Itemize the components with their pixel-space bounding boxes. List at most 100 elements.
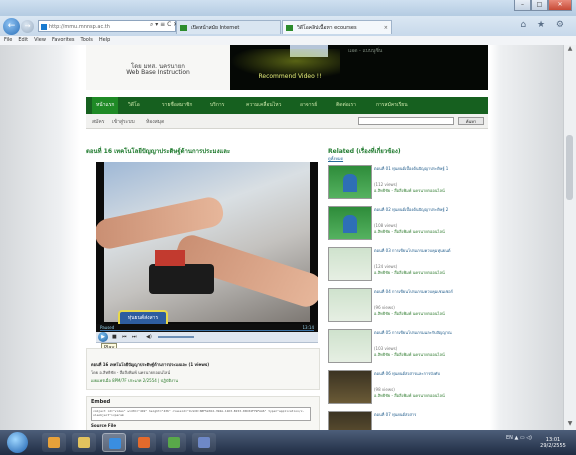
volume-slider[interactable] <box>158 336 194 338</box>
taskbar-firefox[interactable] <box>132 433 156 452</box>
subnav-login[interactable]: เข้าสู่ระบบ <box>112 118 135 126</box>
back-button[interactable]: ← <box>3 18 20 35</box>
related-item[interactable]: ตอนที่ 01 หุ่นยนต์เบื้องต้นปัญญาประดิษฐ์… <box>328 165 488 203</box>
menu-bar: File Edit View Favorites Tools Help <box>0 36 576 45</box>
related-thumbnail <box>328 329 372 363</box>
address-bar-buttons[interactable]: ⌕ ▾ ≡ C ✕ <box>150 21 178 29</box>
video-player[interactable]: หุ่นยนต์ส่งสาร <box>96 162 318 324</box>
firefox-icon <box>138 437 150 448</box>
info-title: ตอนที่ 16 เทคโนโลยีปัญญาประดิษฐ์ด้านการป… <box>91 362 210 367</box>
tab-favicon-icon <box>180 25 187 31</box>
presenter-figure <box>343 215 357 233</box>
related-title[interactable]: ตอนที่ 04 การเขียนโปรแกรมควบคุมเซนเซอร์ <box>374 289 486 294</box>
media-player-icon <box>48 437 60 448</box>
taskbar-explorer[interactable] <box>72 433 96 452</box>
related-title[interactable]: ตอนที่ 05 การเขียนโปรแกรมและรับสัญญาณ <box>374 330 486 335</box>
play-icon[interactable]: ▶ <box>98 332 108 342</box>
related-thumbnail <box>328 247 372 281</box>
video-controls: ▶ ■ ⏮ ⏭ ◀) <box>96 332 318 343</box>
related-title[interactable]: ตอนที่ 03 การเขียนโปรแกรมควบคุมหุ่นยนต์ <box>374 248 486 253</box>
tab-label: เปิดหน้าสมัย Internet <box>191 25 240 31</box>
taskbar-chrome[interactable] <box>162 433 186 452</box>
address-text: http://mmu.mnnsp.ac.th <box>49 24 110 30</box>
menu-tools[interactable]: Tools <box>81 36 93 45</box>
nav-teachers[interactable]: อาจารย์ <box>300 97 317 114</box>
banner-subtitle: Web Base Instruction <box>126 69 190 76</box>
related-author: อ.สิทธิชัย - สื่อสิ่งพิมพ์ นครนายกออนไลน… <box>374 229 445 234</box>
window-titlebar: – □ ✕ <box>0 0 576 16</box>
previous-icon[interactable]: ⏮ <box>122 334 127 340</box>
related-view-all[interactable]: ดูทั้งหมด <box>328 155 343 162</box>
related-thumbnail <box>328 411 372 430</box>
scrollbar-thumb[interactable] <box>566 135 573 200</box>
nav-contact[interactable]: ติดต่อเรา <box>336 97 356 114</box>
home-favorites-settings-icons[interactable]: ⌂ ★ ⚙ <box>520 20 568 30</box>
video-track[interactable] <box>100 330 314 331</box>
related-title[interactable]: ตอนที่ 01 หุ่นยนต์เบื้องต้นปัญญาประดิษฐ์… <box>374 166 486 171</box>
related-thumbnail <box>328 370 372 404</box>
embed-code-field[interactable]: <object id="video" width="492" height="4… <box>91 407 311 421</box>
start-button[interactable] <box>7 432 28 453</box>
video-info-box: ตอนที่ 16 เทคโนโลยีปัญญาประดิษฐ์ด้านการป… <box>86 348 320 390</box>
banner-recommend[interactable]: Recommend Video !! แอด - แบบนูซิ่น <box>230 45 488 90</box>
browser-navbar: ← → http://mmu.mnnsp.ac.th ⌕ ▾ ≡ C ✕ เปิ… <box>0 16 576 36</box>
nav-video[interactable]: วิดีโอ <box>128 97 140 114</box>
nav-movement[interactable]: ความเคลื่อนไหว <box>246 97 281 114</box>
site-favicon-icon <box>41 24 47 30</box>
recommend-video-label: Recommend Video !! <box>258 73 322 80</box>
nav-services[interactable]: บริการ <box>210 97 224 114</box>
scroll-up-icon[interactable]: ▲ <box>564 45 576 55</box>
chrome-icon <box>168 437 180 448</box>
page-scrollbar[interactable]: ▲ ▼ <box>563 45 576 430</box>
system-tray[interactable]: EN ▲ ▭ ◁) <box>506 435 532 441</box>
related-title[interactable]: ตอนที่ 07 หุ่นยนต์ส่งสาร <box>374 412 486 417</box>
volume-icon[interactable]: ◀) <box>146 334 152 340</box>
forward-button[interactable]: → <box>21 20 34 33</box>
tab-internet[interactable]: เปิดหน้าสมัย Internet <box>176 20 281 34</box>
related-title[interactable]: ตอนที่ 02 หุ่นยนต์เบื้องต้นปัญญาประดิษฐ์… <box>374 207 486 212</box>
minimize-button[interactable]: – <box>514 0 531 11</box>
nav-home[interactable]: หน้าแรก <box>92 97 119 114</box>
menu-help[interactable]: Help <box>99 36 110 45</box>
search-button[interactable]: ค้นหา <box>458 117 484 125</box>
taskbar-ie[interactable] <box>102 433 126 452</box>
close-button[interactable]: ✕ <box>548 0 572 11</box>
related-author: อ.สิทธิชัย - สื่อสิ่งพิมพ์ นครนายกออนไลน… <box>374 188 445 193</box>
menu-view[interactable]: View <box>34 36 46 45</box>
video-frame <box>96 162 318 322</box>
tab-favicon-icon <box>286 25 293 31</box>
subnav-register[interactable]: สมัคร <box>92 118 104 126</box>
related-item[interactable]: ตอนที่ 02 หุ่นยนต์เบื้องต้นปัญญาประดิษฐ์… <box>328 206 488 244</box>
scroll-down-icon[interactable]: ▼ <box>564 420 576 430</box>
related-thumbnail <box>328 206 372 240</box>
stop-icon[interactable]: ■ <box>112 334 117 340</box>
search-input[interactable] <box>358 117 454 125</box>
related-author: อ.สิทธิชัย - สื่อสิ่งพิมพ์ นครนายกออนไลน… <box>374 270 445 275</box>
video-seekbar[interactable]: Paused 13:14 <box>96 324 318 332</box>
related-thumbnail <box>328 165 372 199</box>
taskbar-clock[interactable]: 13:01 29/2/2555 <box>538 437 568 449</box>
tab-video[interactable]: วิดีโอคลิปเนื้อหา ecourses × <box>282 20 392 34</box>
taskbar-app[interactable] <box>192 433 216 452</box>
related-item[interactable]: ตอนที่ 03 การเขียนโปรแกรมควบคุมหุ่นยนต์ … <box>328 247 488 285</box>
related-item[interactable]: ตอนที่ 07 หุ่นยนต์ส่งสาร <box>328 411 488 430</box>
menu-edit[interactable]: Edit <box>18 36 28 45</box>
related-title[interactable]: ตอนที่ 06 หุ่นยนต์ส่งสารและการบังคับ <box>374 371 486 376</box>
folder-icon <box>78 437 90 448</box>
related-item[interactable]: ตอนที่ 06 หุ่นยนต์ส่งสารและการบังคับ (98… <box>328 370 488 408</box>
related-item[interactable]: ตอนที่ 04 การเขียนโปรแกรมควบคุมเซนเซอร์ … <box>328 288 488 326</box>
maximize-button[interactable]: □ <box>531 0 548 11</box>
next-icon[interactable]: ⏭ <box>132 334 137 340</box>
nav-members[interactable]: รายชื่อสมาชิก <box>162 97 192 114</box>
taskbar-media-player[interactable] <box>42 433 66 452</box>
nav-enroll[interactable]: การสมัครเรียน <box>376 97 408 114</box>
tab-close-icon[interactable]: × <box>384 21 388 34</box>
related-item[interactable]: ตอนที่ 05 การเขียนโปรแกรมและรับสัญญาณ (1… <box>328 329 488 367</box>
menu-favorites[interactable]: Favorites <box>52 36 75 45</box>
presenter-figure <box>343 174 357 192</box>
banner-left: โดย มทส. นครนายก Web Base Instruction <box>86 45 230 90</box>
robot-sensor <box>155 250 185 266</box>
menu-file[interactable]: File <box>4 36 12 45</box>
info-meta: เผยแพร่เมื่อ 8PM/7F ประเภท 2/2554 | ปฏิบ… <box>91 378 178 383</box>
subnav-library[interactable]: ห้องสมุด <box>146 118 164 126</box>
